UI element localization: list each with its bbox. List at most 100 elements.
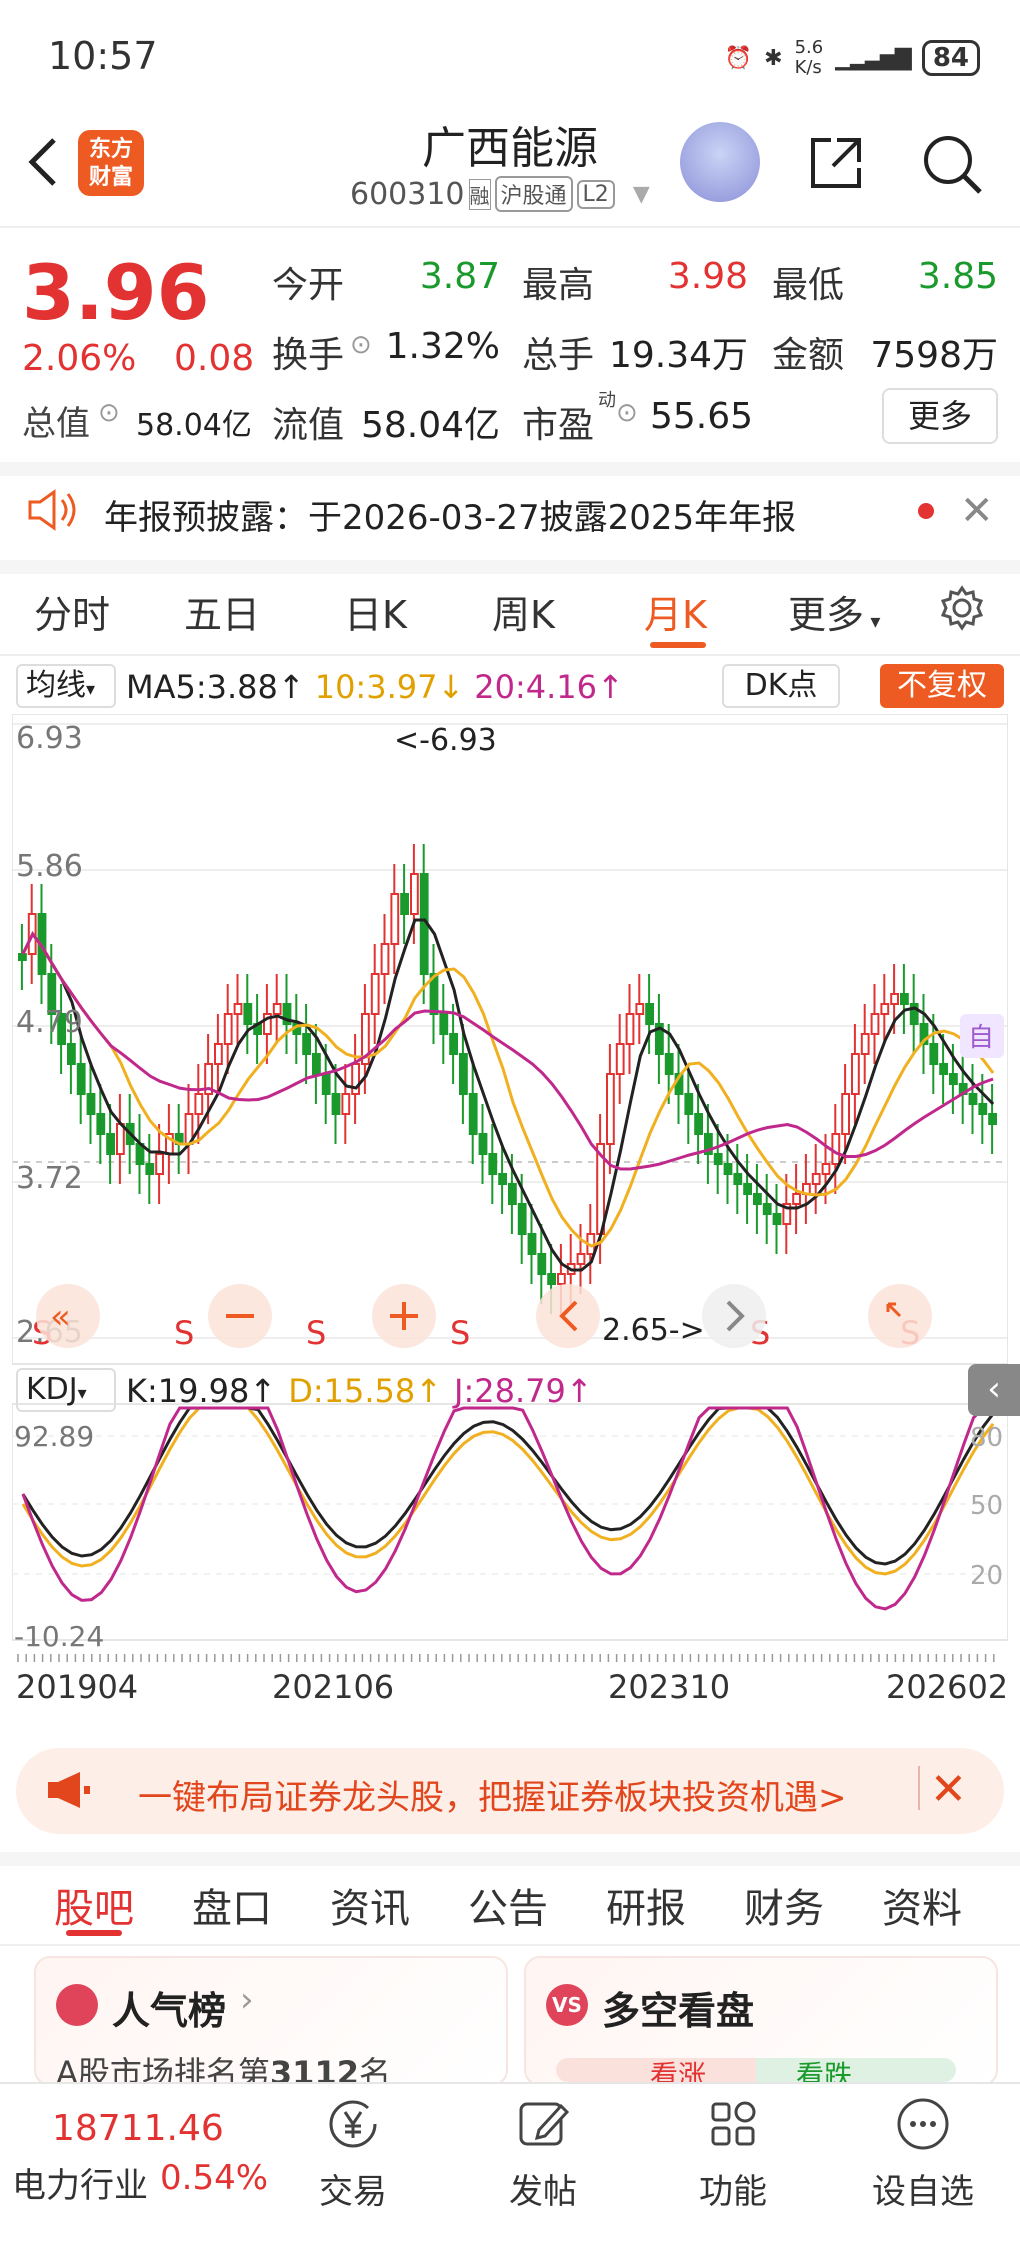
bear-bar[interactable] — [756, 2058, 956, 2082]
ma10-line — [21, 931, 995, 1248]
candle-body — [762, 1203, 772, 1215]
candle-body — [664, 1053, 674, 1075]
candle-body — [713, 1153, 723, 1165]
current-price: 3.96 — [22, 248, 210, 337]
tab-weekly-k[interactable]: 周K — [492, 584, 555, 639]
candle-body — [233, 1003, 243, 1015]
svg-text:«: « — [50, 1297, 71, 1337]
sector-name[interactable]: 电力行业 — [12, 2158, 148, 2207]
self-select-tag: 自 — [968, 1023, 994, 1053]
dk-point-button[interactable]: DK点 — [722, 664, 840, 708]
candle-body — [576, 1253, 586, 1265]
tabs-divider — [0, 654, 1020, 656]
promo-text[interactable]: 一键布局证券龙头股，把握证券板块投资机遇> — [138, 1770, 847, 1819]
close-icon[interactable]: ✕ — [960, 488, 994, 534]
candle-body — [155, 1153, 164, 1175]
candle-body — [772, 1213, 782, 1225]
candle-body — [106, 1133, 115, 1155]
date-label-3: 202310 — [608, 1668, 731, 1706]
candle-body — [870, 1013, 880, 1035]
candle-body — [841, 1093, 851, 1135]
chevron-left-icon[interactable]: ‹ — [968, 1364, 1020, 1416]
edit-icon — [519, 2102, 570, 2146]
chart-icon — [56, 1984, 98, 2026]
scroll-left-fast-button[interactable]: « — [36, 1284, 100, 1348]
float-label: 流值 — [272, 405, 345, 446]
candle-body — [723, 1163, 733, 1175]
subtab-divider — [0, 1944, 1020, 1946]
nav-add-watchlist[interactable]: 设自选 — [858, 2094, 988, 2213]
kdj-axis-80: 80 — [970, 1423, 1003, 1453]
kdj-axis-bottom: -10.24 — [14, 1620, 104, 1653]
megaphone-icon — [48, 1772, 90, 1808]
candle-body — [508, 1183, 517, 1205]
search-icon[interactable] — [920, 132, 984, 196]
date-label-4: 202602 — [886, 1668, 1009, 1706]
share-icon[interactable] — [805, 132, 867, 194]
tab-five-day[interactable]: 五日 — [184, 584, 260, 639]
dropdown-icon[interactable]: ▼ — [633, 182, 650, 207]
nav-post[interactable]: 发帖 — [478, 2094, 608, 2213]
amount-label: 金额 — [772, 335, 845, 376]
tab-intraday[interactable]: 分时 — [34, 584, 110, 639]
more-button[interactable]: 更多 — [882, 388, 998, 444]
nav-trade[interactable]: 交易 — [288, 2094, 418, 2213]
date-label-1: 201904 — [16, 1668, 139, 1706]
sector-change[interactable]: 0.54% — [160, 2158, 268, 2198]
header-divider — [0, 226, 1020, 228]
ai-assistant-icon[interactable] — [680, 122, 760, 202]
active-tab-indicator — [66, 1930, 122, 1936]
chevron-right-icon: › — [240, 1980, 254, 2020]
caret-down-icon: ▾ — [864, 609, 881, 633]
tab-forum[interactable]: 股吧 — [54, 1876, 134, 1934]
gear-icon[interactable] — [938, 584, 986, 632]
tab-monthly-k[interactable]: 月K — [644, 584, 707, 639]
sector-index-value[interactable]: 18711.46 — [52, 2108, 224, 2149]
tab-more[interactable]: 更多 ▾ — [788, 584, 880, 639]
candle-body — [547, 1273, 557, 1285]
scroll-right-button[interactable] — [702, 1284, 766, 1348]
section-gap — [0, 1852, 1020, 1866]
info-icon[interactable]: ⊙ — [616, 398, 638, 428]
candle-body — [214, 1043, 223, 1065]
network-speed: 5.6 K/s — [795, 38, 824, 78]
sell-mark: S — [174, 1314, 194, 1352]
stock-name: 广西能源 — [422, 123, 598, 174]
notice-text[interactable]: 年报预披露：于2026-03-27披露2025年年报 — [104, 490, 796, 539]
candle-body — [949, 1073, 958, 1085]
hk-connect-tag: 沪股通 — [494, 176, 573, 212]
candle-body — [194, 1093, 204, 1115]
tab-announcements[interactable]: 公告 — [468, 1876, 548, 1934]
zoom-out-button[interactable] — [208, 1284, 272, 1348]
tab-orderbook[interactable]: 盘口 — [192, 1876, 272, 1934]
info-icon[interactable]: ⊙ — [98, 398, 120, 428]
margin-tag: 融 — [468, 178, 491, 210]
candle-body — [527, 1233, 537, 1255]
tab-news[interactable]: 资讯 — [330, 1876, 410, 1934]
yen-icon — [329, 2100, 377, 2148]
candle-body — [851, 1053, 860, 1095]
zoom-in-button[interactable] — [372, 1284, 436, 1348]
level2-tag: L2 — [576, 179, 615, 209]
kdj-axis-20: 20 — [970, 1561, 1003, 1591]
close-icon[interactable]: ✕ — [930, 1764, 967, 1815]
tab-research[interactable]: 研报 — [606, 1876, 686, 1934]
info-icon[interactable]: ⊙ — [350, 330, 372, 360]
candle-body — [978, 1103, 988, 1115]
tab-daily-k[interactable]: 日K — [344, 584, 407, 639]
scroll-left-button[interactable] — [536, 1284, 600, 1348]
ma-select[interactable]: 均线▾ — [16, 664, 116, 708]
kline-chart[interactable]: 6.93 5.86 4.79 3.72 2.65 <-6.93 2.65-> 自… — [12, 714, 1008, 1714]
pe-value: 55.65 — [650, 396, 754, 437]
nav-functions[interactable]: 功能 — [668, 2094, 798, 2213]
tab-profile[interactable]: 资料 — [882, 1876, 962, 1934]
speed-value: 5.6 — [794, 37, 824, 58]
indicator-select[interactable]: KDJ▾ — [16, 1368, 116, 1412]
tab-finance[interactable]: 财务 — [744, 1876, 824, 1934]
fullscreen-button[interactable] — [868, 1284, 932, 1348]
vs-icon: VS — [546, 1984, 588, 2026]
change-value: 0.08 — [174, 338, 255, 379]
no-adjust-button[interactable]: 不复权 — [880, 664, 1004, 708]
stock-code: 600310 — [350, 176, 465, 212]
battery-icon: 84 — [921, 40, 980, 76]
